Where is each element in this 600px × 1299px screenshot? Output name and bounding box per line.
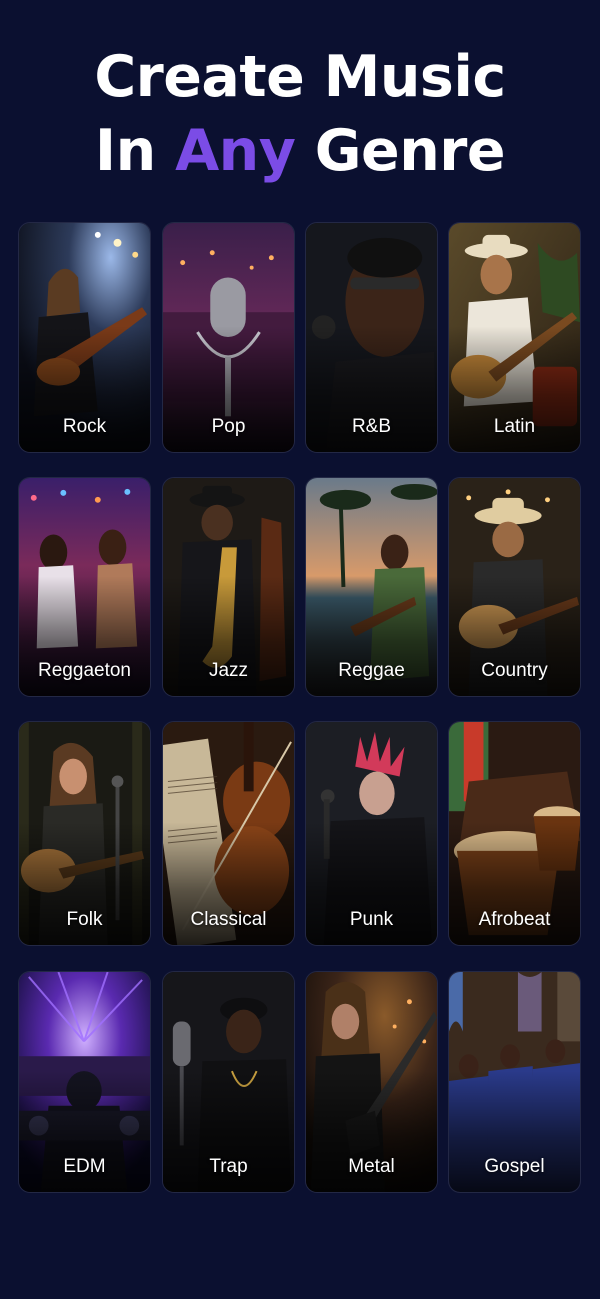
genre-label: Punk: [349, 909, 394, 930]
genre-label: Classical: [190, 909, 267, 930]
genre-grid: Rock Pop R&B Latin Reggaeton Jazz Reggae…: [0, 0, 600, 1299]
genre-card-edm[interactable]: EDM: [18, 971, 151, 1193]
genre-label: Pop: [211, 416, 246, 437]
genre-label: Gospel: [484, 1156, 545, 1177]
genre-label: Afrobeat: [478, 909, 551, 930]
genre-label: Reggae: [338, 660, 405, 681]
genre-label: Country: [481, 660, 548, 681]
genre-card-trap[interactable]: Trap: [162, 971, 295, 1193]
genre-label: Jazz: [208, 660, 249, 681]
genre-card-country[interactable]: Country: [448, 477, 581, 697]
genre-card-rock[interactable]: Rock: [18, 222, 151, 453]
genre-card-latin[interactable]: Latin: [448, 222, 581, 453]
genre-card-classical[interactable]: Classical: [162, 721, 295, 946]
genre-label: EDM: [63, 1156, 106, 1177]
genre-label: Reggaeton: [38, 660, 131, 681]
genre-card-reggaeton[interactable]: Reggaeton: [18, 477, 151, 697]
genre-label: Trap: [209, 1156, 248, 1177]
genre-card-rnb[interactable]: R&B: [305, 222, 438, 453]
genre-label: Rock: [62, 416, 107, 437]
genre-label: Metal: [348, 1156, 395, 1177]
genre-label: Latin: [493, 416, 536, 437]
genre-card-jazz[interactable]: Jazz: [162, 477, 295, 697]
genre-card-reggae[interactable]: Reggae: [305, 477, 438, 697]
genre-card-punk[interactable]: Punk: [305, 721, 438, 946]
genre-card-afrobeat[interactable]: Afrobeat: [448, 721, 581, 946]
genre-label: R&B: [351, 416, 392, 437]
genre-label: Folk: [66, 909, 103, 930]
genre-card-metal[interactable]: Metal: [305, 971, 438, 1193]
genre-card-gospel[interactable]: Gospel: [448, 971, 581, 1193]
genre-card-pop[interactable]: Pop: [162, 222, 295, 453]
genre-card-folk[interactable]: Folk: [18, 721, 151, 946]
